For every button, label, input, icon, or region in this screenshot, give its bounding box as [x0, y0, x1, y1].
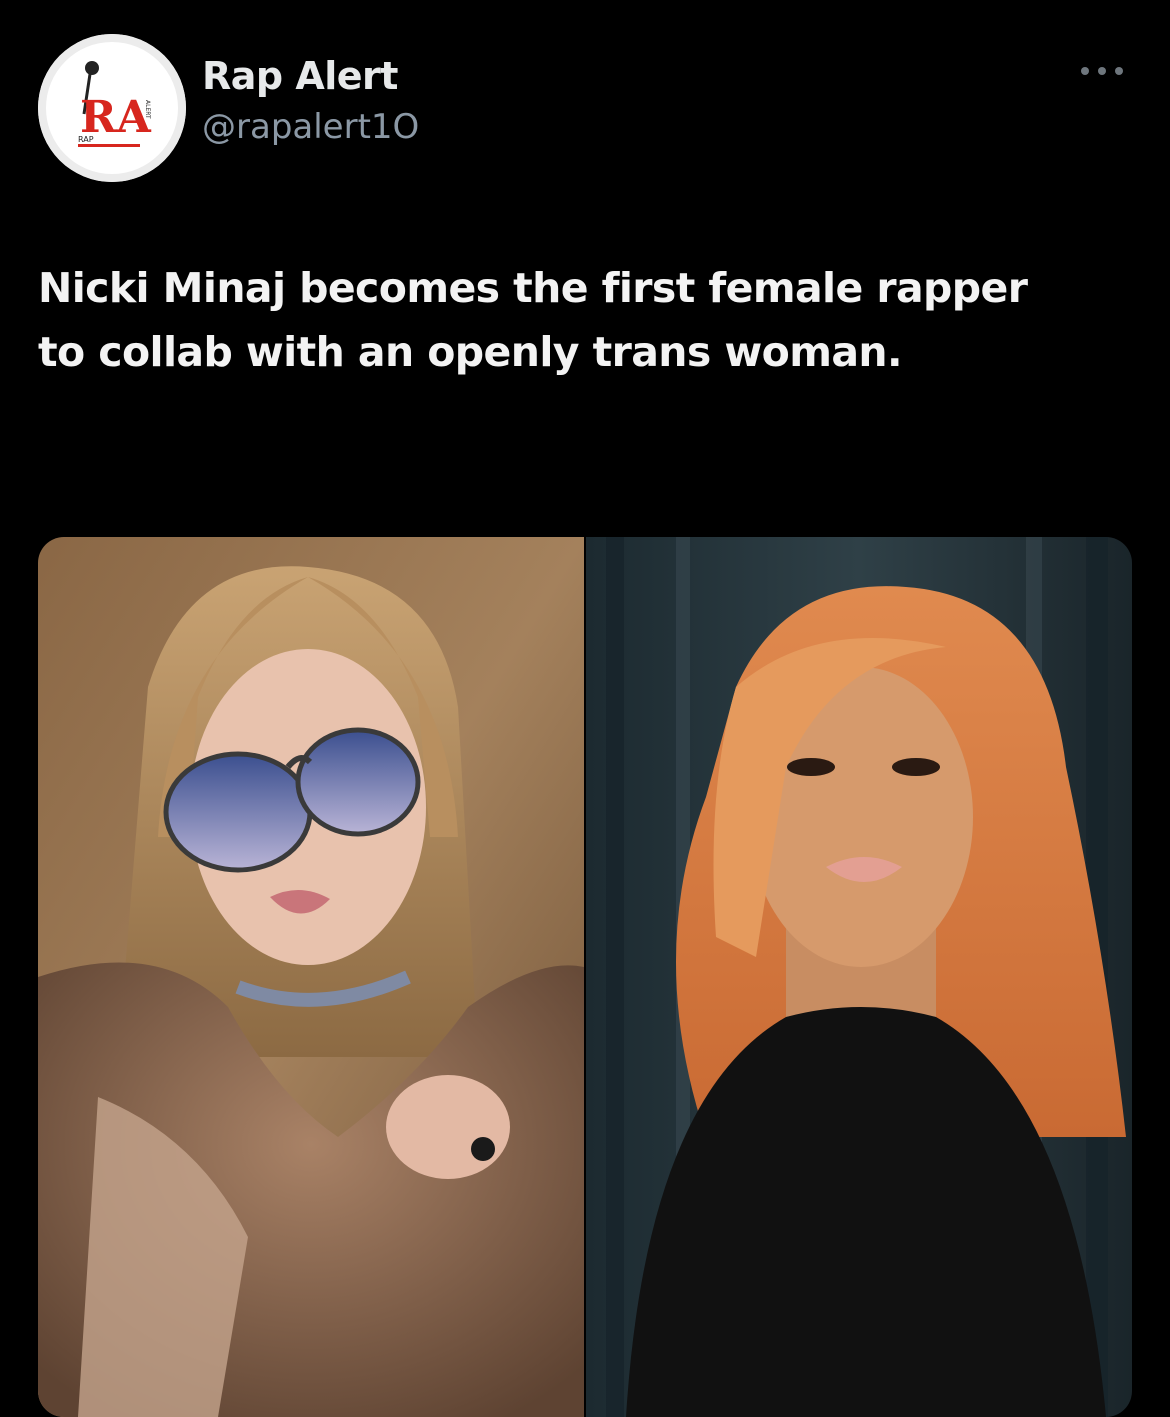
media-photo-left[interactable] — [38, 537, 584, 1417]
more-horizontal-icon — [1081, 67, 1123, 75]
more-options-button[interactable] — [1072, 56, 1132, 86]
tweet: RA RAP ALERT Rap Alert @rapalert1O Nicki… — [0, 0, 1170, 1417]
avatar[interactable]: RA RAP ALERT — [38, 34, 186, 182]
author-display-name[interactable]: Rap Alert — [202, 52, 419, 100]
photo-left-image — [38, 537, 584, 1417]
author-handle[interactable]: @rapalert1O — [202, 104, 419, 150]
author-names: Rap Alert @rapalert1O — [202, 52, 419, 150]
photo-right-image — [586, 537, 1132, 1417]
media-photo-right[interactable] — [586, 537, 1132, 1417]
logo-small-text: RAP — [78, 135, 94, 144]
logo-side-text: ALERT — [144, 100, 151, 119]
rap-alert-logo: RA RAP ALERT — [38, 34, 186, 182]
tweet-media[interactable] — [38, 537, 1132, 1417]
tweet-header: RA RAP ALERT Rap Alert @rapalert1O — [38, 34, 1132, 184]
tweet-text: Nicki Minaj becomes the first female rap… — [38, 264, 1028, 376]
